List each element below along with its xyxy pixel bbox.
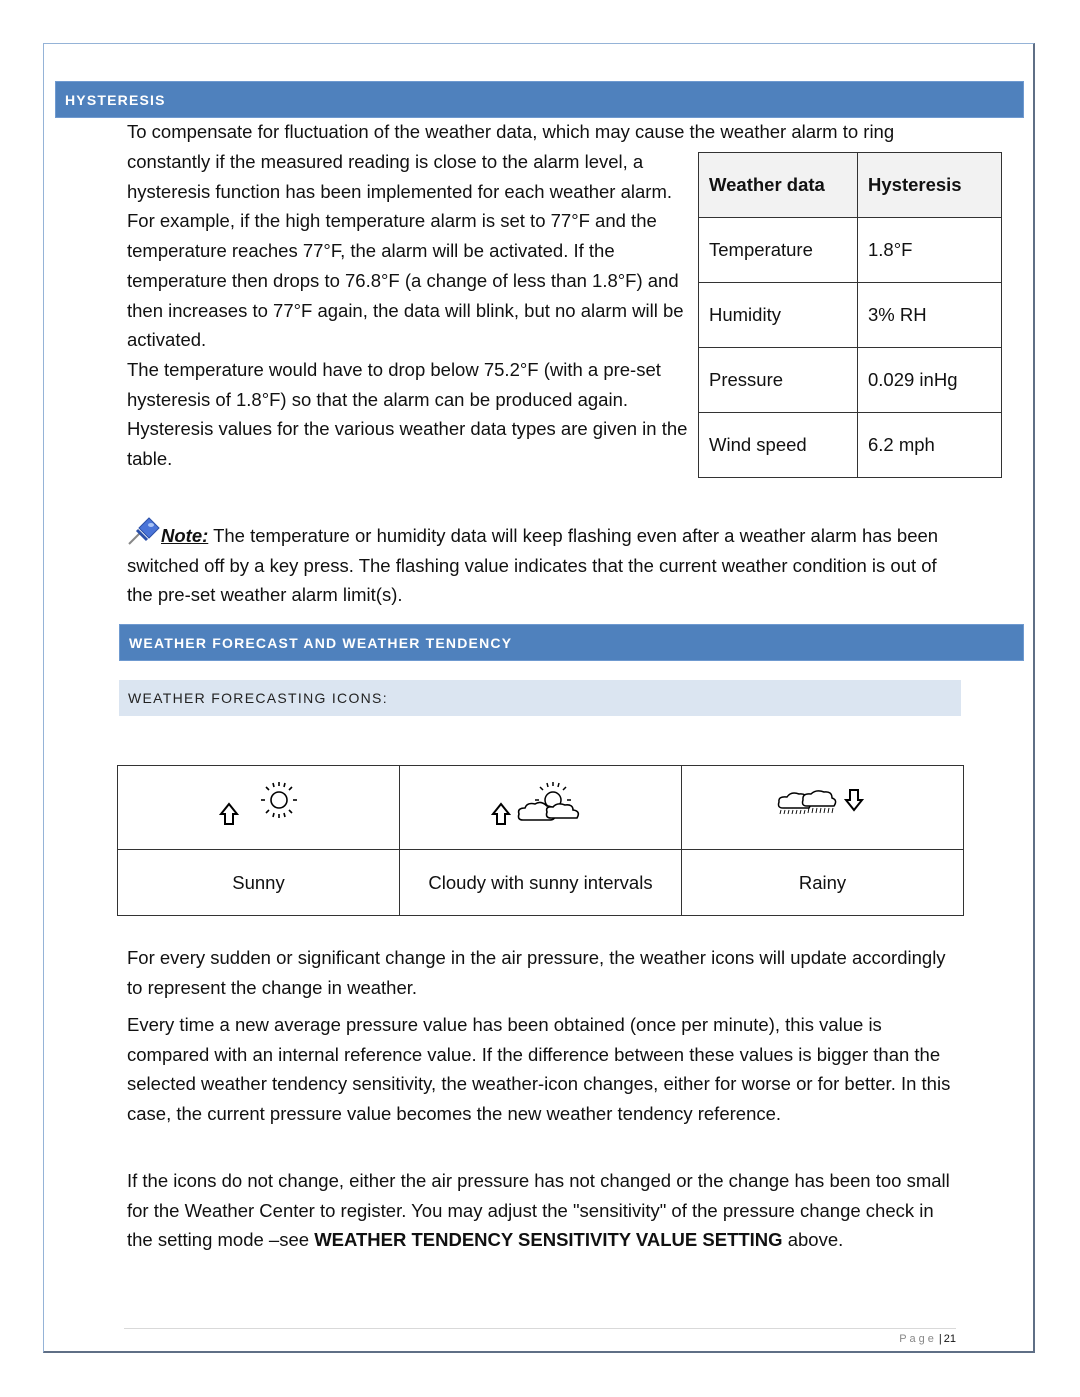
table-row: Temperature 1.8°F [698,217,1002,283]
forecast-icons-table: Sunny Cloudy with sunny intervals Rainy [117,765,964,916]
icon-cell-rainy [681,765,964,850]
icon-label: Sunny [117,849,400,916]
footer-separator: | [938,1333,942,1345]
hysteresis-paragraph: constantly if the measured reading is cl… [127,151,673,202]
labels-row: Sunny Cloudy with sunny intervals Rainy [117,849,964,916]
up-arrow-icon [218,802,239,825]
up-arrow-icon [490,802,511,825]
section-title: WEATHER FORECAST AND WEATHER TENDENCY [129,634,513,651]
down-arrow-icon [843,789,864,812]
partly-cloudy-icon [490,782,579,825]
table-cell: Temperature [698,217,858,283]
forecast-paragraph: For every sudden or significant change i… [127,947,946,998]
table-cell: 6.2 mph [857,412,1002,478]
page-number: 21 [943,1333,956,1345]
table-row: Pressure 0.029 inHg [698,347,1002,413]
table-cell: 3% RH [857,282,1002,348]
note-block: Note: The temperature or humidity data w… [127,516,957,610]
subheader-title: WEATHER FORECASTING ICONS: [128,690,388,706]
table-cell: Wind speed [698,412,858,478]
note-text: The temperature or humidity data will ke… [127,525,939,606]
forecast-paragraph: Every time a new average pressure value … [127,1014,951,1125]
column-header: Hysteresis [857,152,1002,218]
table-cell: Humidity [698,282,858,348]
rain-cloud-icon [777,790,836,809]
section-header-forecast: WEATHER FORECAST AND WEATHER TENDENCY [119,624,1024,661]
table-row: Humidity 3% RH [698,282,1002,348]
hysteresis-intro: To compensate for fluctuation of the wea… [127,121,895,142]
table-cell: Pressure [698,347,858,413]
pushpin-icon [127,516,161,546]
icon-label: Rainy [681,849,964,916]
sunny-icon [218,782,297,825]
section-title: HYSTERESIS [65,91,166,108]
sun-icon [260,782,297,818]
hysteresis-table: Weather data Hysteresis Temperature 1.8°… [698,152,1002,478]
raindrops-icon [779,807,833,815]
icons-row [117,765,964,850]
column-header: Weather data [698,152,858,218]
page-footer: Page | 21 [880,1333,956,1345]
table-cell: 1.8°F [857,217,1002,283]
hysteresis-example: For example, if the high temperature ala… [127,210,684,351]
cross-reference: WEATHER TENDENCY SENSITIVITY VALUE SETTI… [314,1229,783,1251]
note-label: Note: [161,525,209,546]
cloud-icon [517,801,579,821]
section-header-hysteresis: HYSTERESIS [55,81,1024,118]
table-cell: 0.029 inHg [857,347,1002,413]
page-label: Page [899,1333,937,1345]
rainy-icon [777,789,864,815]
table-row: Wind speed 6.2 mph [698,412,1002,478]
subheader-forecasting-icons: WEATHER FORECASTING ICONS: [119,680,961,716]
paragraph-text: above. [782,1229,844,1251]
icon-cell-sunny [117,765,400,850]
table-header-row: Weather data Hysteresis [698,152,1002,218]
hysteresis-explanation: The temperature would have to drop below… [127,358,688,470]
icon-cell-partly-cloudy [399,765,682,850]
footer-divider [124,1328,956,1329]
icon-label: Cloudy with sunny intervals [399,849,682,916]
hysteresis-body: constantly if the measured reading is cl… [127,147,692,474]
forecast-paragraph: If the icons do not change, either the a… [127,1166,957,1255]
